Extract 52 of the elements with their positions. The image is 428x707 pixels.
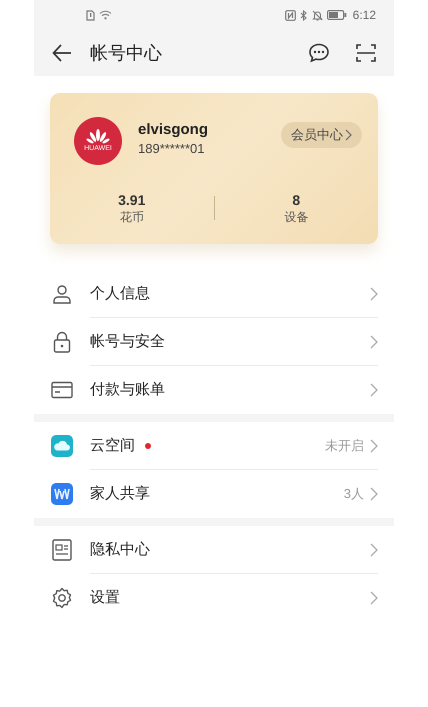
chevron-right-icon: [345, 129, 352, 141]
chevron-right-icon: [370, 287, 378, 301]
menu-item[interactable]: 设置: [34, 574, 394, 622]
padlock-icon: [53, 331, 71, 353]
stat-value: 3.91: [118, 191, 146, 209]
chevron-right-icon: [370, 439, 378, 453]
chevron-right-icon: [370, 487, 378, 501]
messages-button[interactable]: [308, 43, 330, 63]
menu-item[interactable]: 隐私中心: [34, 526, 394, 574]
menu-label: 家人共享: [90, 484, 150, 504]
menu-item[interactable]: 个人信息: [34, 270, 394, 318]
menu-label: 个人信息: [90, 284, 150, 304]
status-time: 6:12: [352, 7, 376, 24]
sim-card-icon: [86, 10, 95, 20]
menu-label: 云空间: [90, 436, 135, 456]
card-icon: [51, 381, 73, 399]
menu-label: 帐号与安全: [90, 332, 165, 352]
person-icon: [52, 284, 72, 304]
chat-bubble-icon: [308, 43, 330, 63]
user-name: elvisgong: [138, 120, 208, 140]
cloud-app-icon: [51, 435, 73, 457]
menu-value: 未开启: [325, 437, 364, 456]
menu-item[interactable]: 付款与账单: [34, 366, 394, 414]
menu-label: 隐私中心: [90, 540, 150, 560]
battery-icon: [326, 10, 347, 20]
menu-label: 设置: [90, 588, 120, 608]
scan-button[interactable]: [356, 43, 376, 63]
menu-label: 付款与账单: [90, 380, 165, 400]
wifi-icon: [99, 10, 112, 20]
family-app-icon: [51, 483, 73, 505]
chevron-right-icon: [370, 335, 378, 349]
menu-value: 3人: [344, 485, 364, 504]
petal-logo-icon: [86, 129, 110, 145]
nfc-icon: [284, 10, 296, 20]
stat-value: 8: [292, 191, 300, 209]
chevron-right-icon: [370, 591, 378, 605]
gear-icon: [51, 587, 73, 609]
menu-item[interactable]: 云空间 未开启: [34, 422, 394, 470]
stat-label: 花币: [120, 209, 144, 225]
chevron-right-icon: [370, 383, 378, 397]
chevron-right-icon: [370, 543, 378, 557]
id-card-icon: [52, 539, 72, 561]
scan-icon: [356, 43, 376, 63]
phone-number: 189******01: [138, 140, 206, 158]
bluetooth-icon: [300, 10, 308, 20]
stat-label: 设备: [284, 209, 308, 225]
menu-item[interactable]: 帐号与安全: [34, 318, 394, 366]
muted-bell-icon: [312, 10, 323, 20]
page-title: 帐号中心: [90, 42, 162, 64]
menu-item[interactable]: 家人共享 3人: [34, 470, 394, 518]
back-button[interactable]: [52, 43, 72, 63]
member-center-button[interactable]: 会员中心: [281, 122, 362, 148]
